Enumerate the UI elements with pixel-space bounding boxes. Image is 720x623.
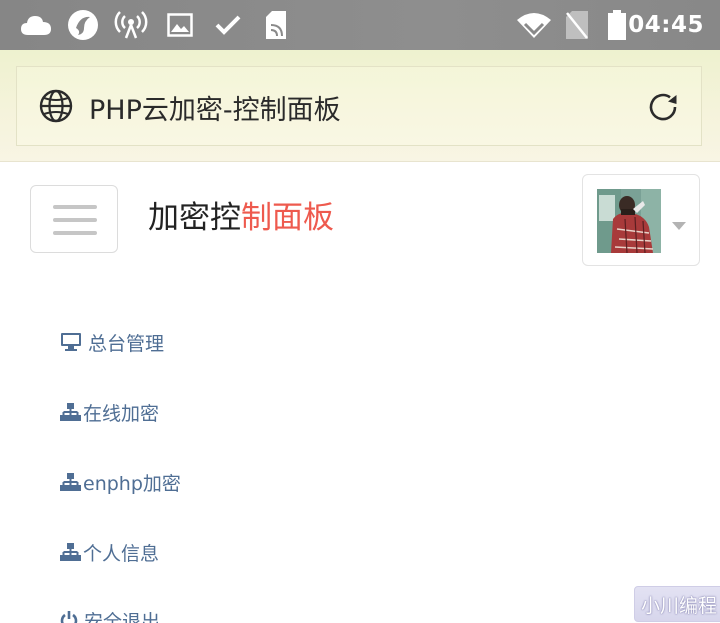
clock: 04:45 <box>628 12 704 38</box>
brand-title-accent: 制面板 <box>241 199 334 236</box>
power-icon <box>60 610 78 623</box>
sitemap-icon <box>60 473 81 491</box>
battery-icon <box>606 9 628 41</box>
hamburger-line-icon <box>53 205 97 209</box>
image-icon <box>166 9 194 41</box>
menu-item-label: 个人信息 <box>83 542 160 565</box>
hamburger-line-icon <box>53 231 97 235</box>
menu-item-label: 在线加密 <box>83 402 160 425</box>
menu-item-enphp-encrypt[interactable]: enphp加密 <box>60 464 181 500</box>
globe-icon <box>39 89 73 123</box>
brand-title-main: 加密控 <box>148 199 241 236</box>
menu-item-online-encrypt[interactable]: 在线加密 <box>60 394 159 430</box>
avatar <box>597 189 661 253</box>
menu-item-profile[interactable]: 个人信息 <box>60 534 159 570</box>
hamburger-line-icon <box>53 218 97 222</box>
status-bar: 04:45 <box>0 0 720 50</box>
user-menu-dropdown[interactable] <box>582 174 700 266</box>
sitemap-icon <box>60 543 81 561</box>
menu-item-dashboard[interactable]: 总台管理 <box>60 324 164 360</box>
refresh-icon[interactable] <box>643 87 683 127</box>
menu-item-label: 安全退出 <box>84 610 161 623</box>
wifi-hotspot-icon <box>114 9 148 41</box>
menu-item-logout[interactable]: 安全退出 <box>60 602 160 623</box>
browser-toolbar: PHP云加密-控制面板 <box>0 50 720 162</box>
sd-card-icon <box>264 9 288 41</box>
caret-down-icon <box>671 216 687 230</box>
watermark: 小川编程 <box>634 586 720 622</box>
menu-toggle-button[interactable] <box>30 185 118 253</box>
check-icon <box>214 9 242 41</box>
cloud-icon <box>20 9 52 41</box>
menu-item-label: 总台管理 <box>88 332 165 355</box>
qq-browser-icon <box>66 9 100 41</box>
page-title: PHP云加密-控制面板 <box>89 94 341 126</box>
menu-item-label: enphp加密 <box>83 472 181 495</box>
sitemap-icon <box>60 403 81 421</box>
desktop-icon <box>60 332 82 352</box>
wifi-icon <box>516 9 552 41</box>
address-bar[interactable]: PHP云加密-控制面板 <box>16 66 702 146</box>
brand-title[interactable]: 加密控 制面板 <box>148 190 334 238</box>
no-sim-icon <box>564 9 590 41</box>
